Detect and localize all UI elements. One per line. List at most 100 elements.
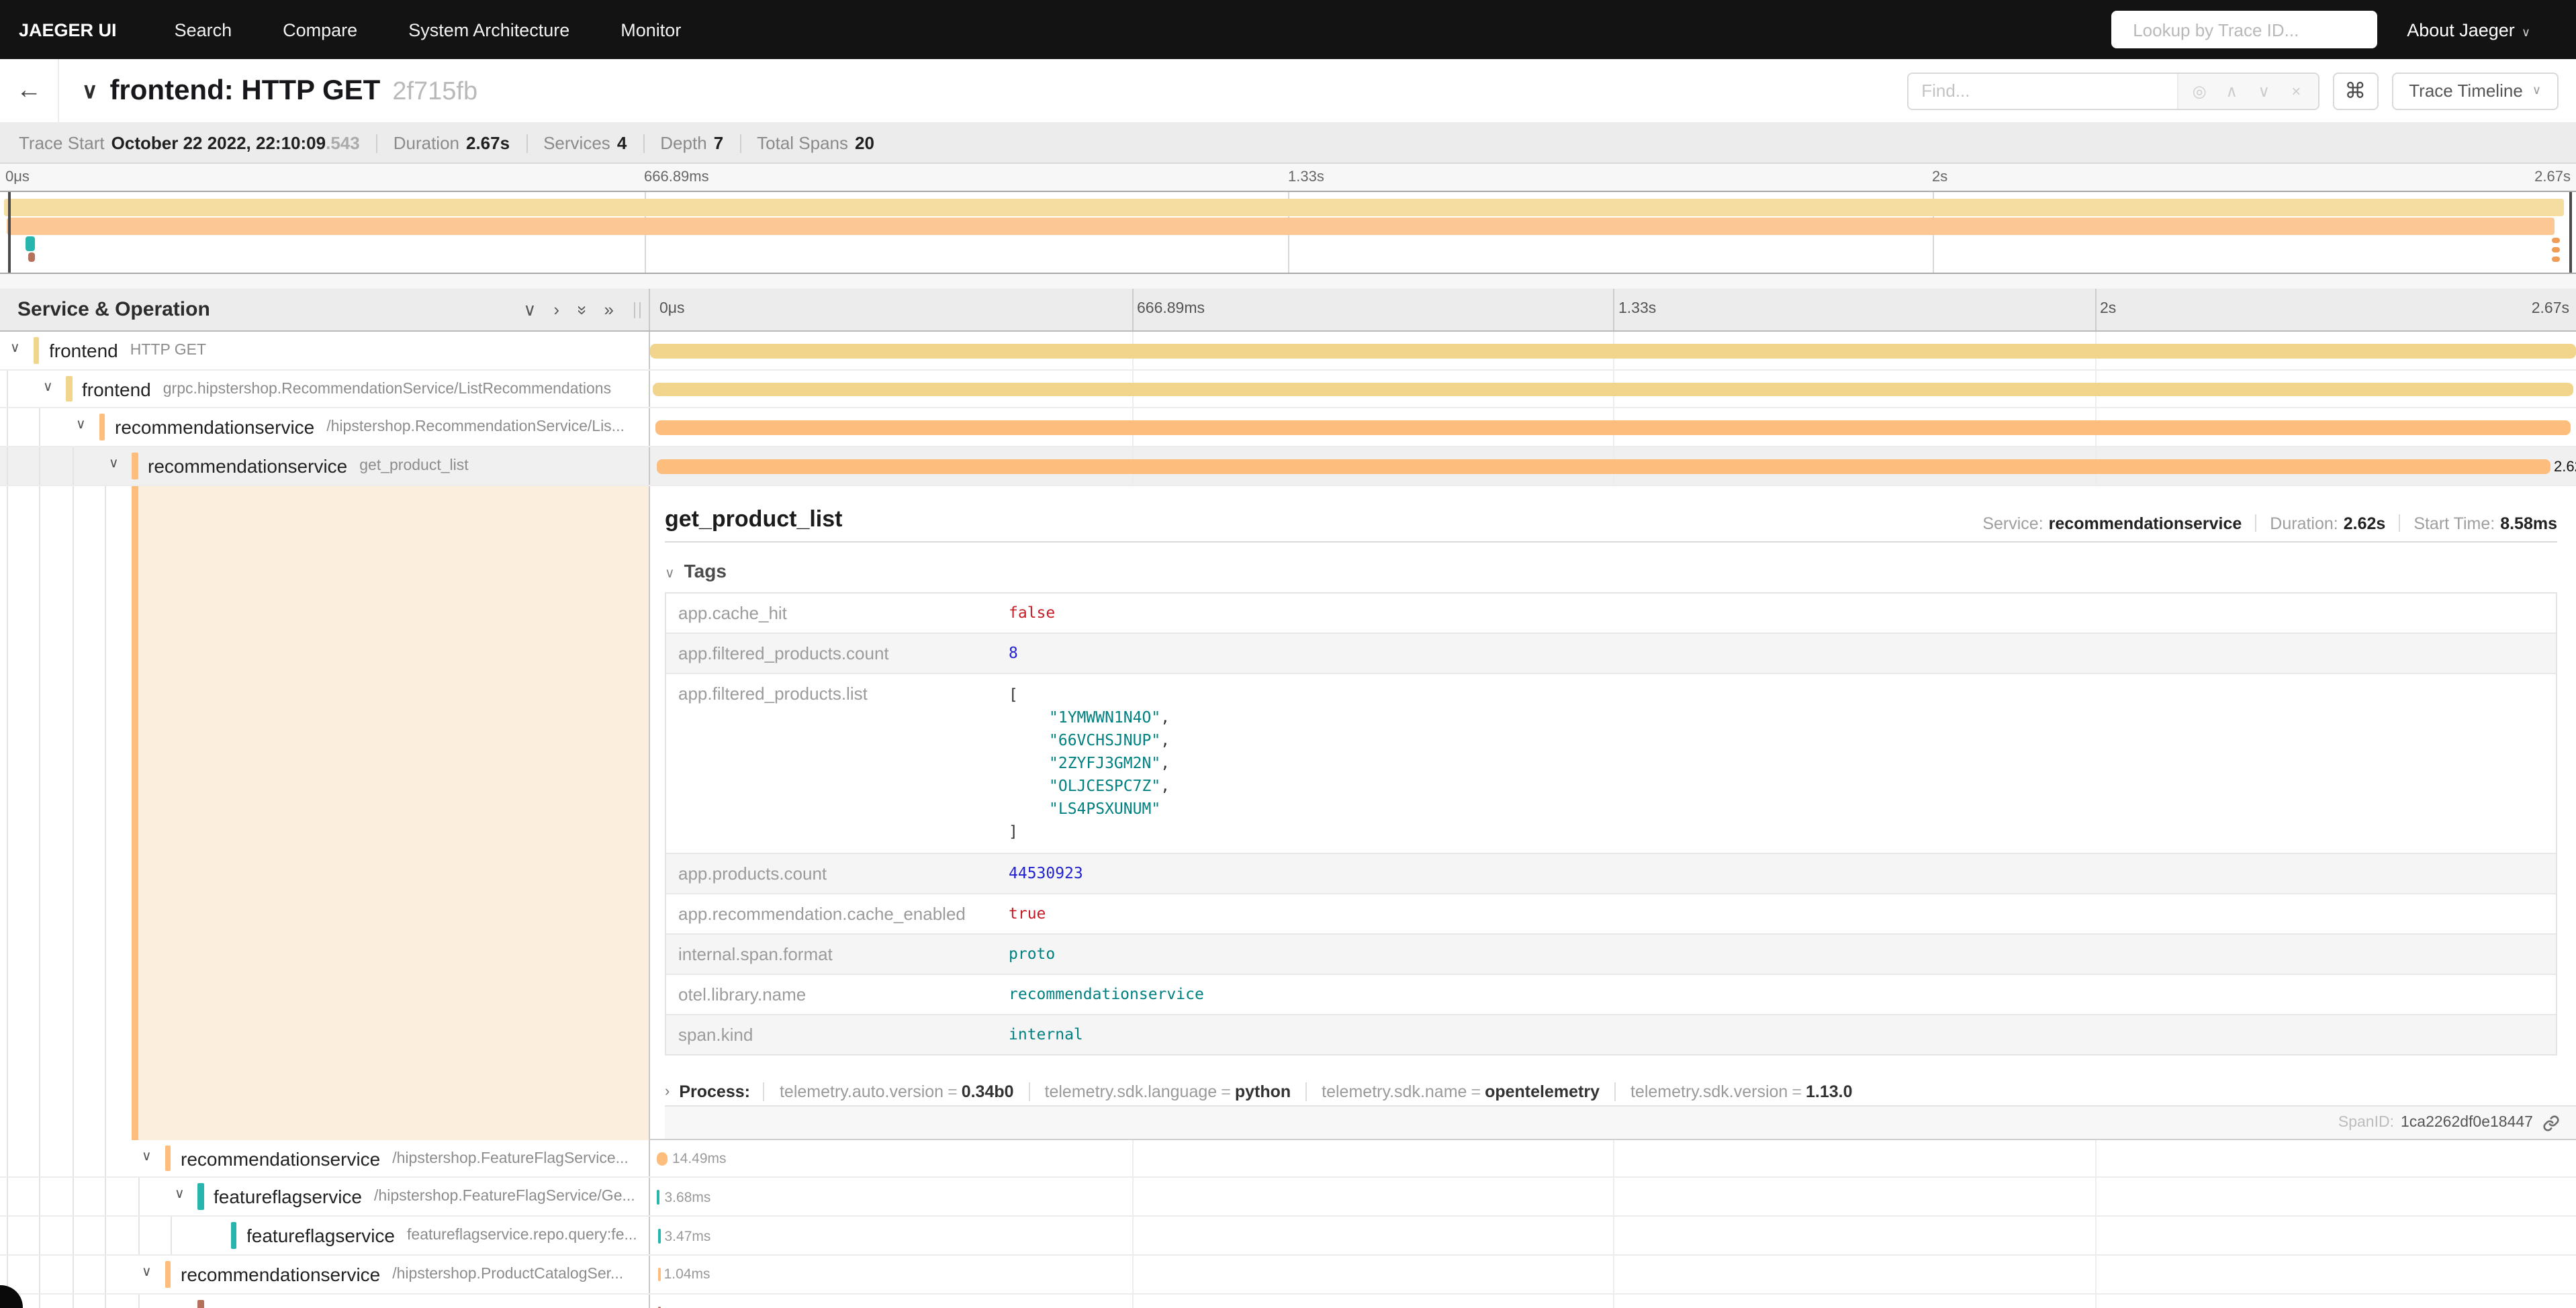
span-name-cell[interactable]: ∨ frontendgrpc.hipstershop.Recommendatio… [0, 370, 649, 407]
service-color-bar [197, 1184, 203, 1210]
collapse-header-chevron[interactable]: ∨ [82, 77, 97, 104]
about-jaeger-menu[interactable]: About Jaeger∨ [2407, 19, 2530, 40]
span-timeline-cell[interactable] [649, 332, 2576, 369]
top-nav: JAEGER UI Search Compare System Architec… [0, 0, 2576, 59]
next-match-icon[interactable]: ∨ [2248, 81, 2280, 100]
chevron-right-icon: › [665, 1083, 670, 1099]
span-rows-bottom: ∨ recommendationservice/hipstershop.Feat… [0, 1140, 2576, 1308]
tag-row[interactable]: span.kind internal [666, 1015, 2556, 1054]
span-bar[interactable] [657, 1229, 660, 1243]
nav-item-compare[interactable]: Compare [257, 19, 383, 40]
chevron-down-icon[interactable]: ∨ [175, 1188, 185, 1203]
duration-label: Duration: [2270, 514, 2338, 533]
tag-list-item: "66VCHSJNUP", [1049, 729, 2545, 751]
span-timeline-cell[interactable] [649, 370, 2576, 407]
chevron-down-icon[interactable]: ∨ [142, 1150, 152, 1164]
expand-one-icon[interactable]: › [553, 299, 559, 320]
span-row-featureflag-get: ∨ featureflagservice/hipstershop.Feature… [0, 1178, 2576, 1217]
range-handle-left[interactable] [8, 192, 11, 273]
clear-find-icon[interactable]: × [2280, 81, 2312, 100]
collapse-one-icon[interactable]: ∨ [523, 299, 536, 320]
minimap-span-bar [2552, 238, 2560, 243]
span-duration-label: 3.68ms [665, 1190, 711, 1206]
span-timeline-cell[interactable]: 1.04ms [649, 1256, 2576, 1293]
keyboard-shortcuts-button[interactable]: ⌘ [2332, 72, 2378, 109]
process-section-toggle[interactable]: › Process: telemetry.auto.version=0.34b0… [665, 1076, 2576, 1105]
chevron-down-icon[interactable]: ∨ [10, 341, 20, 356]
start-time-label: Start Time: [2413, 514, 2495, 533]
nav-item-search[interactable]: Search [149, 19, 258, 40]
span-id-value: 1ca2262df0e18447 [2401, 1115, 2533, 1131]
tag-row[interactable]: app.filtered_products.list [ "1YMWWN1N4O… [666, 673, 2556, 853]
chevron-down-icon[interactable]: ∨ [142, 1265, 152, 1280]
span-name-cell[interactable]: ∨ recommendationservice/hipstershop.Feat… [0, 1140, 649, 1177]
chevron-down-icon[interactable]: ∨ [43, 379, 53, 394]
total-spans-value: 20 [855, 133, 874, 153]
deep-link-icon[interactable] [2542, 1114, 2560, 1131]
span-bar[interactable] [653, 382, 2573, 396]
tag-row[interactable]: app.filtered_products.count 8 [666, 633, 2556, 673]
span-timeline-cell[interactable]: 14.49ms [649, 1140, 2576, 1177]
tag-row[interactable]: app.cache_hit false [666, 593, 2556, 633]
span-timeline-cell[interactable] [649, 409, 2576, 446]
trace-lookup-input[interactable] [2130, 18, 2372, 41]
prev-match-icon[interactable]: ∧ [2215, 81, 2248, 100]
find-input[interactable] [1908, 73, 2176, 108]
span-name-cell[interactable] [0, 1294, 649, 1308]
collapse-all-icon[interactable]: » [571, 305, 592, 314]
span-name-cell[interactable]: ∨ featureflagservice/hipstershop.Feature… [0, 1178, 649, 1215]
span-timeline-cell[interactable] [649, 1294, 2576, 1308]
service-value: recommendationservice [2049, 514, 2242, 533]
tag-row[interactable]: app.products.count 44530923 [666, 853, 2556, 894]
trace-header: ← ∨ frontend: HTTP GET2f715fb ◎ ∧ ∨ × ⌘ … [0, 59, 2576, 124]
ruler-tick: 1.33s [1618, 301, 1656, 317]
span-name-cell[interactable]: ∨ frontendHTTP GET [0, 332, 649, 369]
span-bar[interactable] [657, 1152, 667, 1166]
span-row-featureflag-repo-query: featureflagservicefeatureflagservice.rep… [0, 1217, 2576, 1255]
service-color-bar [132, 486, 138, 1140]
span-name-cell[interactable]: ∨ recommendationserviceget_product_list [0, 447, 649, 484]
minimap-span-bar [28, 252, 36, 262]
span-name-cell[interactable]: ∨ recommendationservice/hipstershop.Reco… [0, 409, 649, 446]
detail-operation-name: get_product_list [665, 506, 843, 533]
span-timeline-cell[interactable]: 3.47ms [649, 1217, 2576, 1254]
tag-row[interactable]: app.recommendation.cache_enabled true [666, 894, 2556, 934]
expand-all-icon[interactable]: » [604, 299, 614, 320]
span-row-frontend-httpget: ∨ frontendHTTP GET [0, 332, 2576, 370]
minimap-tick: 2s [1932, 169, 1947, 185]
tag-row[interactable]: otel.library.name recommendationservice [666, 974, 2556, 1015]
focus-match-icon[interactable]: ◎ [2183, 81, 2215, 100]
ruler-tick: 666.89ms [1137, 301, 1205, 317]
span-bar[interactable] [655, 421, 2571, 435]
duration-value: 2.67s [466, 133, 510, 153]
app-logo[interactable]: JAEGER UI [19, 19, 117, 40]
span-name-cell[interactable]: featureflagservicefeatureflagservice.rep… [0, 1217, 649, 1254]
chevron-down-icon[interactable]: ∨ [76, 418, 86, 433]
nav-item-system-architecture[interactable]: System Architecture [383, 19, 595, 40]
span-bar[interactable] [656, 459, 2550, 473]
span-bar[interactable] [658, 1268, 661, 1282]
minimap-canvas[interactable] [0, 191, 2576, 274]
span-bar[interactable] [657, 1190, 660, 1205]
trace-start-value: October 22 2022, 22:10:09 [111, 133, 326, 153]
trace-view-selector[interactable]: Trace Timeline∨ [2391, 72, 2559, 109]
span-timeline-cell[interactable]: 2.62s [649, 447, 2576, 484]
service-color-bar [165, 1146, 171, 1172]
span-timeline-cell[interactable]: 3.68ms [649, 1178, 2576, 1215]
tag-row[interactable]: internal.span.format proto [666, 934, 2556, 974]
span-row-recommendation-list: ∨ recommendationservice/hipstershop.Reco… [0, 409, 2576, 447]
trace-title: frontend: HTTP GET2f715fb [109, 75, 477, 107]
service-color-bar [230, 1222, 236, 1248]
span-bar[interactable] [650, 344, 2576, 358]
range-handle-right[interactable] [2569, 192, 2572, 273]
back-button[interactable]: ← [0, 59, 59, 122]
tags-section-toggle[interactable]: ∨Tags [665, 559, 2576, 581]
chevron-down-icon: ∨ [665, 566, 675, 581]
column-resizer[interactable] [634, 302, 641, 318]
nav-item-monitor[interactable]: Monitor [595, 19, 706, 40]
span-name-cell[interactable]: ∨ recommendationservice/hipstershop.Prod… [0, 1256, 649, 1293]
service-color-bar [165, 1261, 171, 1287]
span-id-bar: SpanID: 1ca2262df0e18447 [665, 1106, 2576, 1139]
trace-start-label: Trace Start [19, 133, 105, 153]
chevron-down-icon[interactable]: ∨ [109, 457, 119, 471]
